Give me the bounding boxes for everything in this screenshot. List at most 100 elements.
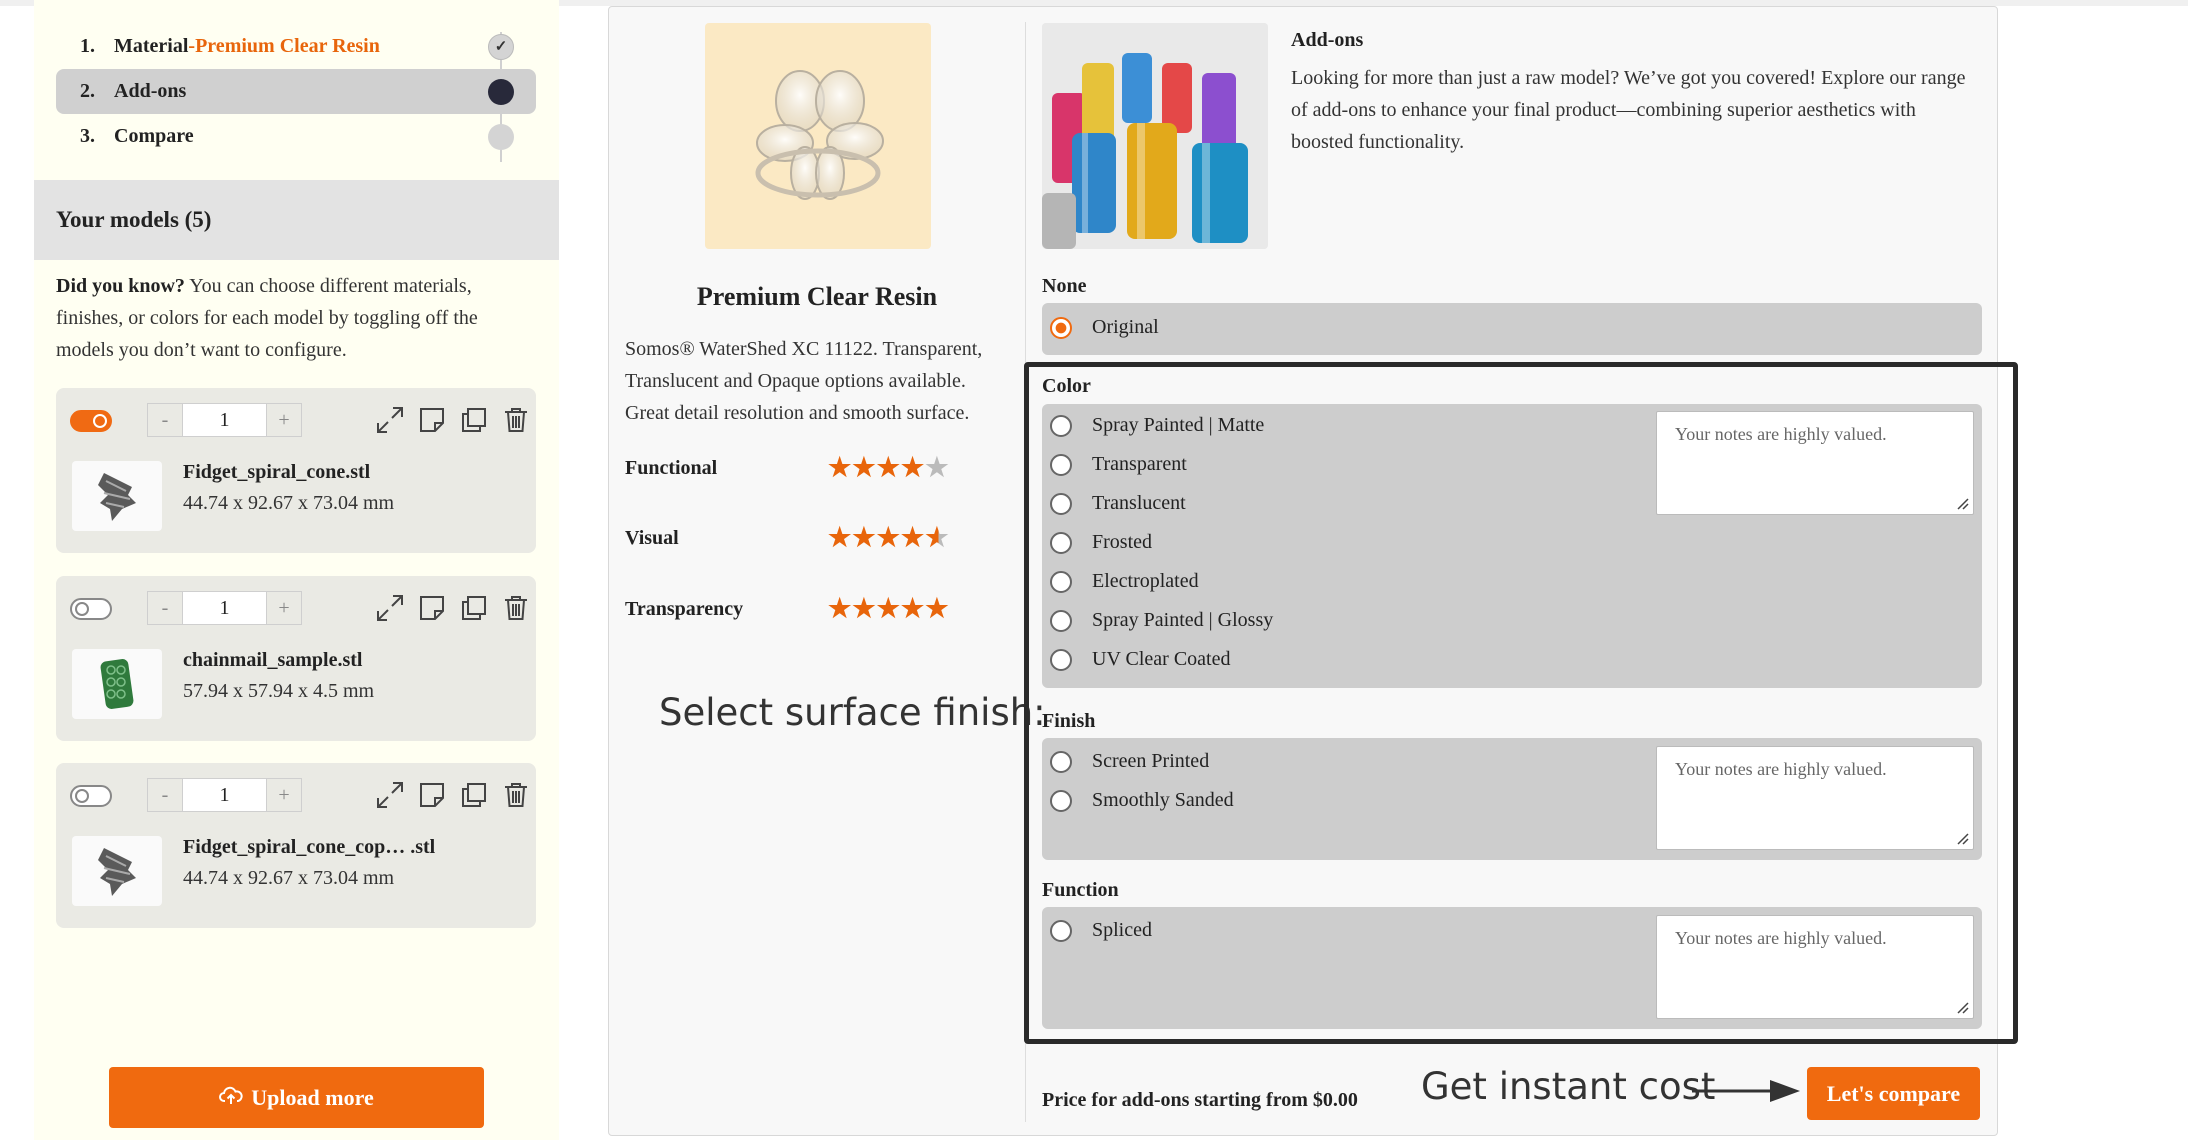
resize-handle-icon[interactable]: [1955, 1000, 1969, 1014]
option-label: Spray Painted | Glossy: [1092, 609, 1274, 631]
finish-group: Screen Printed Smoothly Sanded Your note…: [1042, 738, 1982, 860]
resize-handle-icon[interactable]: [1955, 496, 1969, 510]
option-label: Spliced: [1092, 919, 1152, 941]
qty-decrease-button[interactable]: -: [148, 592, 182, 624]
material-image: [705, 23, 931, 249]
column-divider: [1025, 22, 1026, 1122]
arrow-right-icon: [1692, 1080, 1800, 1102]
function-group: Spliced Your notes are highly valued.: [1042, 907, 1982, 1029]
option-frosted[interactable]: Frosted: [1050, 531, 1152, 554]
star-rating-icon: ★★★★★: [828, 453, 950, 482]
addons-title: Add-ons: [1291, 29, 1364, 51]
rating-label: Visual: [625, 526, 679, 549]
qty-decrease-button[interactable]: -: [148, 779, 182, 811]
radio-icon[interactable]: [1050, 453, 1072, 476]
note-icon[interactable]: [416, 404, 448, 436]
pending-step-icon: [488, 123, 514, 150]
model-thumbnail: [72, 649, 162, 719]
radio-icon[interactable]: [1050, 919, 1072, 942]
step-addons[interactable]: 2. Add-ons: [56, 69, 536, 114]
finish-group-label: Finish: [1042, 710, 1096, 732]
color-group-label: Color: [1042, 375, 1091, 397]
radio-icon[interactable]: [1050, 609, 1072, 632]
trash-icon[interactable]: [500, 779, 532, 811]
trash-icon[interactable]: [500, 592, 532, 624]
model-dimensions: 57.94 x 57.94 x 4.5 mm: [183, 680, 375, 702]
copy-icon[interactable]: [458, 404, 490, 436]
radio-icon[interactable]: [1050, 570, 1072, 593]
qty-decrease-button[interactable]: -: [148, 404, 182, 436]
note-icon[interactable]: [416, 779, 448, 811]
rating-transparency: Transparency ★★★★★: [625, 594, 1005, 624]
option-screen-printed[interactable]: Screen Printed: [1050, 750, 1209, 773]
price-text: Price for add-ons starting from $0.00: [1042, 1089, 1358, 1111]
qty-input[interactable]: 1: [182, 779, 267, 811]
qty-increase-button[interactable]: +: [267, 404, 301, 436]
option-original[interactable]: Original: [1050, 316, 1159, 339]
material-description: Somos® WaterShed XC 11122. Transparent, …: [625, 338, 983, 424]
step-label: Compare: [114, 125, 194, 147]
option-uv-clear-coated[interactable]: UV Clear Coated: [1050, 648, 1231, 671]
tip-text: Did you know? You can choose different m…: [56, 270, 526, 366]
step-number: 1.: [80, 35, 95, 57]
model-card: - 1 + chainmail_sample.stl 57.94 x 57.94…: [56, 576, 536, 741]
qty-input[interactable]: 1: [182, 592, 267, 624]
option-smoothly-sanded[interactable]: Smoothly Sanded: [1050, 789, 1234, 812]
qty-increase-button[interactable]: +: [267, 779, 301, 811]
copy-icon[interactable]: [458, 592, 490, 624]
copy-icon[interactable]: [458, 779, 490, 811]
lets-compare-button[interactable]: Let's compare: [1807, 1067, 1980, 1120]
option-label: Spray Painted | Matte: [1092, 414, 1265, 436]
color-group: Spray Painted | Matte Transparent Transl…: [1042, 404, 1982, 688]
star-rating-icon: ★★★★★: [828, 594, 950, 623]
qty-input[interactable]: 1: [182, 404, 267, 436]
note-icon[interactable]: [416, 592, 448, 624]
radio-icon[interactable]: [1050, 648, 1072, 671]
color-notes-textarea[interactable]: Your notes are highly valued.: [1656, 411, 1974, 515]
rating-functional: Functional ★★★★ ★: [625, 453, 1005, 483]
notes-placeholder: Your notes are highly valued.: [1675, 424, 1887, 444]
upload-more-button[interactable]: Upload more: [109, 1067, 484, 1128]
resize-handle-icon[interactable]: [1955, 831, 1969, 845]
radio-icon[interactable]: [1050, 414, 1072, 437]
radio-icon[interactable]: [1050, 492, 1072, 515]
addons-description: Looking for more than just a raw model? …: [1291, 67, 1966, 153]
step-number: 3.: [80, 125, 95, 147]
trash-icon[interactable]: [500, 404, 532, 436]
step-list: 1. Material - Premium Clear Resin ✓ 2. A…: [56, 24, 536, 162]
radio-icon[interactable]: [1050, 750, 1072, 773]
model-toggle[interactable]: [70, 598, 112, 620]
check-icon: ✓: [488, 33, 514, 60]
option-electroplated[interactable]: Electroplated: [1050, 570, 1199, 593]
option-label: Screen Printed: [1092, 750, 1210, 772]
expand-icon[interactable]: [374, 404, 406, 436]
radio-icon[interactable]: [1050, 789, 1072, 812]
finish-notes-textarea[interactable]: Your notes are highly valued.: [1656, 746, 1974, 850]
model-card: - 1 + Fidget_spiral_cone.stl 44.74 x 92.…: [56, 388, 536, 553]
option-transparent[interactable]: Transparent: [1050, 453, 1187, 476]
radio-selected-icon[interactable]: [1050, 316, 1072, 339]
star-rating-icon: ★★★★★: [828, 523, 950, 552]
step-material[interactable]: 1. Material - Premium Clear Resin ✓: [56, 24, 536, 69]
qty-increase-button[interactable]: +: [267, 592, 301, 624]
model-toggle[interactable]: [70, 410, 112, 432]
radio-icon[interactable]: [1050, 531, 1072, 554]
option-translucent[interactable]: Translucent: [1050, 492, 1186, 515]
model-filename: Fidget_spiral_cone.stl: [183, 461, 371, 483]
option-spray-painted-matte[interactable]: Spray Painted | Matte: [1050, 414, 1264, 437]
instant-cost-callout: Get instant cost: [1421, 1065, 1716, 1108]
select-finish-callout: Select surface finish:: [659, 691, 1046, 734]
model-toggle[interactable]: [70, 785, 112, 807]
none-group-label: None: [1042, 275, 1087, 297]
model-tools: [374, 779, 532, 811]
function-notes-textarea[interactable]: Your notes are highly valued.: [1656, 915, 1974, 1019]
option-label: Smoothly Sanded: [1092, 789, 1234, 811]
expand-icon[interactable]: [374, 779, 406, 811]
expand-icon[interactable]: [374, 592, 406, 624]
option-spliced[interactable]: Spliced: [1050, 919, 1152, 942]
option-spray-painted-glossy[interactable]: Spray Painted | Glossy: [1050, 609, 1273, 632]
model-tools: [374, 404, 532, 436]
configurator-panel: Premium Clear Resin Somos® WaterShed XC …: [608, 6, 1998, 1136]
step-compare[interactable]: 3. Compare: [56, 114, 536, 159]
option-label: Frosted: [1092, 531, 1152, 553]
